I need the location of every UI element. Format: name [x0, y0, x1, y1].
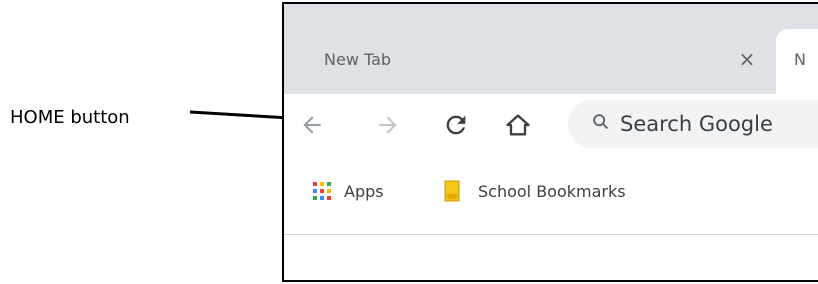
bookmark-apps[interactable]: Apps [312, 176, 384, 206]
omnibox[interactable] [568, 100, 818, 148]
bookmark-label: Apps [344, 181, 384, 201]
content-divider [284, 234, 818, 235]
tab-title: N [794, 50, 806, 69]
tab-new-tab[interactable]: New Tab × [284, 4, 776, 94]
toolbar [284, 94, 818, 160]
forward-button[interactable] [370, 107, 406, 143]
tab-strip: New Tab × N [284, 4, 818, 99]
forward-arrow-icon [379, 116, 397, 134]
browser-window: New Tab × N Search Google Apps School Bo… [282, 2, 818, 282]
back-button[interactable] [294, 107, 330, 143]
omnibox-input[interactable] [620, 104, 818, 144]
tab-title: New Tab [324, 50, 392, 69]
home-icon [506, 114, 530, 136]
home-button[interactable] [500, 107, 536, 143]
bookmark-school-bookmarks[interactable]: School Bookmarks [444, 176, 626, 206]
back-arrow-icon [303, 116, 321, 134]
tab-active[interactable]: N [776, 29, 818, 99]
bookmarks-bar: Apps School Bookmarks [284, 160, 818, 232]
apps-grid-icon [313, 182, 331, 200]
tab-close-button[interactable]: × [736, 47, 758, 71]
bookmark-label: School Bookmarks [478, 181, 626, 201]
search-icon [590, 111, 612, 137]
reload-button[interactable] [438, 107, 474, 143]
folder-icon [444, 180, 460, 202]
reload-icon [446, 115, 466, 135]
